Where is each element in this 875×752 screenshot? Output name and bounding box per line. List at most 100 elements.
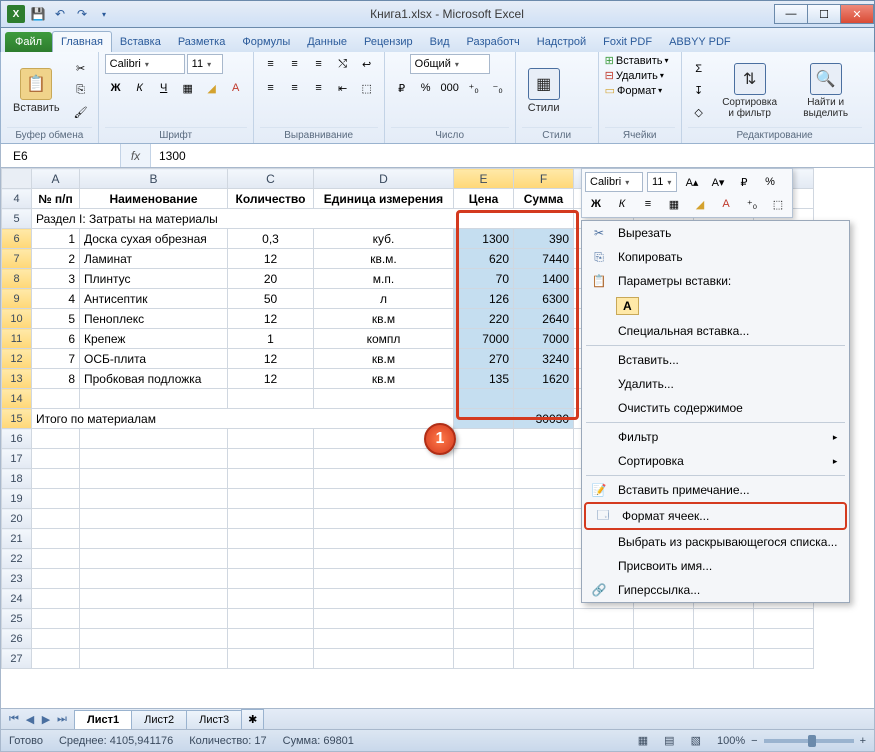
tab-home[interactable]: Главная — [52, 31, 112, 52]
sort-filter-button[interactable]: ⇅Сортировка и фильтр — [714, 61, 786, 121]
mini-font-size[interactable]: 11▾ — [647, 172, 677, 192]
zoom-level[interactable]: 100% — [717, 735, 745, 747]
cell[interactable]: л — [314, 289, 454, 309]
cell[interactable] — [514, 449, 574, 469]
cell[interactable] — [314, 489, 454, 509]
cell[interactable] — [32, 389, 80, 409]
cell[interactable]: Наименование — [80, 189, 228, 209]
ctx-comment[interactable]: 📝Вставить примечание... — [582, 478, 849, 502]
cell[interactable] — [314, 649, 454, 669]
mini-grow-font-icon[interactable]: A▴ — [681, 172, 703, 192]
row-header[interactable]: 16 — [2, 429, 32, 449]
cell[interactable]: 8 — [32, 369, 80, 389]
cell[interactable]: куб. — [314, 229, 454, 249]
sheet-nav-first-icon[interactable]: ⏮ — [7, 713, 21, 726]
row-header[interactable]: 9 — [2, 289, 32, 309]
cell[interactable] — [514, 489, 574, 509]
row-header[interactable]: 24 — [2, 589, 32, 609]
number-format-combo[interactable]: Общий▾ — [410, 54, 490, 74]
row-header[interactable]: 6 — [2, 229, 32, 249]
cell[interactable] — [80, 389, 228, 409]
inc-decimal-icon[interactable]: ⁺₀ — [463, 78, 485, 98]
row-header[interactable]: 8 — [2, 269, 32, 289]
sheet-nav-next-icon[interactable]: ▶ — [39, 713, 53, 726]
cell[interactable] — [80, 489, 228, 509]
percent-icon[interactable]: % — [415, 78, 437, 98]
cell[interactable] — [454, 529, 514, 549]
cell[interactable] — [314, 629, 454, 649]
mini-italic-icon[interactable]: К — [611, 194, 633, 214]
sheet-tab-2[interactable]: Лист2 — [131, 710, 187, 729]
autosum-icon[interactable]: Σ — [688, 59, 710, 79]
cell[interactable]: 6300 — [514, 289, 574, 309]
cell[interactable] — [454, 449, 514, 469]
cell[interactable]: Сумма — [514, 189, 574, 209]
cell[interactable] — [634, 609, 694, 629]
cell[interactable] — [80, 429, 228, 449]
row-header[interactable]: 20 — [2, 509, 32, 529]
cell[interactable]: 1620 — [514, 369, 574, 389]
cell[interactable] — [454, 609, 514, 629]
cell[interactable] — [228, 389, 314, 409]
tab-abbyy[interactable]: ABBYY PDF — [661, 32, 740, 52]
ctx-sort[interactable]: Сортировка▸ — [582, 449, 849, 473]
cell[interactable] — [228, 589, 314, 609]
cell[interactable]: Цена — [454, 189, 514, 209]
cell[interactable]: ОСБ-плита — [80, 349, 228, 369]
row-header[interactable]: 26 — [2, 629, 32, 649]
redo-icon[interactable]: ↷ — [73, 5, 91, 23]
comma-icon[interactable]: 000 — [439, 78, 461, 98]
align-center-icon[interactable]: ≡ — [284, 78, 306, 98]
cell[interactable] — [454, 489, 514, 509]
cell[interactable] — [694, 629, 754, 649]
cell[interactable] — [314, 569, 454, 589]
sheet-tab-3[interactable]: Лист3 — [186, 710, 242, 729]
cells-insert-button[interactable]: ⊞Вставить ▾ — [605, 54, 669, 67]
select-all-corner[interactable] — [2, 169, 32, 189]
view-normal-icon[interactable]: ▦ — [638, 734, 648, 747]
cell[interactable]: 7000 — [514, 329, 574, 349]
currency-icon[interactable]: ₽ — [391, 78, 413, 98]
cell[interactable] — [32, 449, 80, 469]
row-header[interactable]: 21 — [2, 529, 32, 549]
tab-data[interactable]: Данные — [299, 32, 356, 52]
cell[interactable] — [514, 549, 574, 569]
row-header[interactable]: 7 — [2, 249, 32, 269]
cell[interactable] — [228, 629, 314, 649]
cell[interactable] — [514, 609, 574, 629]
cell[interactable] — [80, 529, 228, 549]
cell[interactable] — [32, 469, 80, 489]
cell[interactable]: 6 — [32, 329, 80, 349]
cell[interactable]: 12 — [228, 309, 314, 329]
cell[interactable] — [514, 529, 574, 549]
cell[interactable] — [754, 649, 814, 669]
cell[interactable] — [454, 429, 514, 449]
cells-delete-button[interactable]: ⊟Удалить ▾ — [605, 69, 664, 82]
cell[interactable]: 620 — [454, 249, 514, 269]
row-header[interactable]: 27 — [2, 649, 32, 669]
cell[interactable] — [514, 509, 574, 529]
mini-currency-icon[interactable]: ₽ — [733, 172, 755, 192]
cell[interactable]: 0,3 — [228, 229, 314, 249]
clear-icon[interactable]: ◇ — [688, 103, 710, 123]
cell[interactable] — [32, 549, 80, 569]
cell[interactable]: 3240 — [514, 349, 574, 369]
fill-color-button[interactable]: ◢ — [201, 78, 223, 98]
cell[interactable] — [228, 469, 314, 489]
mini-merge-icon[interactable]: ⬚ — [767, 194, 789, 214]
cell[interactable]: 7000 — [454, 329, 514, 349]
view-break-icon[interactable]: ▧ — [691, 734, 701, 747]
cell[interactable] — [574, 649, 634, 669]
cell[interactable]: 270 — [454, 349, 514, 369]
format-painter-icon[interactable]: 🖌 — [70, 103, 92, 123]
cell[interactable] — [454, 409, 514, 429]
cell[interactable]: 30030 — [514, 409, 574, 429]
cell[interactable] — [514, 589, 574, 609]
cell[interactable]: 4 — [32, 289, 80, 309]
cell[interactable] — [228, 489, 314, 509]
tab-addins[interactable]: Надстрой — [529, 32, 595, 52]
indent-dec-icon[interactable]: ⇤ — [332, 78, 354, 98]
fill-icon[interactable]: ↧ — [688, 81, 710, 101]
sheet-nav-prev-icon[interactable]: ◀ — [23, 713, 37, 726]
cell[interactable]: 1 — [32, 229, 80, 249]
